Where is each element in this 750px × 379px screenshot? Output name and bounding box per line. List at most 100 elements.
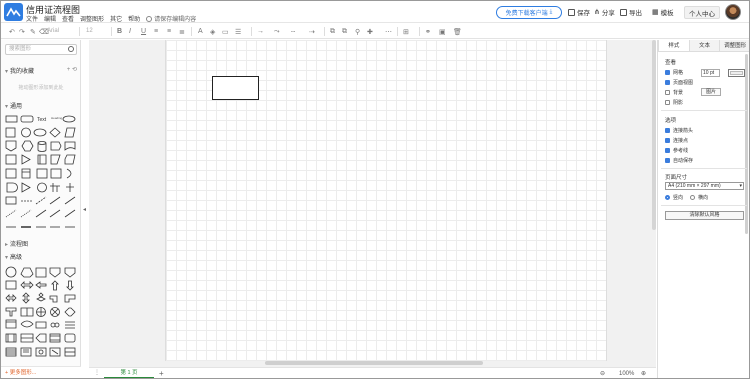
export-icon (620, 8, 627, 16)
font-family-select[interactable]: Arial (46, 27, 78, 36)
shape-library: 搜索图形 ▾ 我的收藏 + ⟲ 拖动图形添加到此处 ▾ 通用 Text Headin… (1, 40, 81, 378)
page-tab[interactable]: 第 1 页 (104, 368, 154, 378)
more-arrow-icon[interactable]: ⋯ (385, 27, 392, 36)
horizontal-scrollbar[interactable] (265, 361, 483, 365)
tab-style[interactable]: 样式 (658, 40, 689, 51)
menu-file[interactable]: 文件 (26, 14, 38, 23)
add-page-button[interactable]: + (159, 369, 164, 378)
connector-style-icon[interactable]: → (257, 27, 264, 36)
tab-text[interactable]: 文本 (688, 40, 720, 51)
italic-button[interactable]: I (129, 27, 131, 36)
vertical-scrollbar[interactable] (652, 40, 656, 230)
menu-arrange[interactable]: 调整图形 (80, 14, 104, 23)
shape-search-input[interactable]: 搜索图形 (5, 44, 77, 55)
menu-view[interactable]: 查看 (62, 14, 74, 23)
landscape-option[interactable]: 横向 (690, 194, 708, 201)
line-color-icon[interactable]: ▭ (222, 27, 229, 36)
advanced-header[interactable]: ▾ 高级 (1, 252, 81, 261)
guides-option[interactable]: 参考线 (665, 147, 688, 154)
flowchart-header[interactable]: ▸ 流程图 (1, 239, 81, 248)
align-center-icon[interactable]: ≡ (167, 27, 171, 36)
divider (661, 110, 747, 111)
font-color-icon[interactable]: A (198, 27, 203, 36)
panel-scrollbar[interactable] (745, 54, 748, 234)
portrait-radio[interactable] (665, 195, 670, 200)
menu-edit[interactable]: 编辑 (44, 14, 56, 23)
image-icon[interactable]: ▣ (439, 27, 446, 36)
grid-option[interactable]: 网格 (665, 69, 683, 76)
link-icon[interactable]: ⚭ (425, 27, 431, 36)
profile-button[interactable]: 个人中心 (684, 6, 720, 19)
background-checkbox[interactable] (665, 90, 670, 95)
share-icon: ⋔ (594, 9, 600, 16)
paper-size-select[interactable]: A4 (210 mm × 297 mm) ▾ (665, 182, 744, 190)
waypoint-icon[interactable]: ⤳ (274, 27, 280, 36)
delete-icon[interactable]: 🗑 (453, 27, 462, 36)
background-option[interactable]: 背景 (665, 89, 683, 96)
shadow-checkbox[interactable] (665, 100, 670, 105)
toolbar-separator (79, 27, 80, 36)
avatar[interactable] (725, 4, 741, 20)
reset-style-button[interactable]: 清除默认风格 (665, 211, 744, 220)
bold-button[interactable]: B (117, 27, 122, 36)
general-shapes-grid[interactable]: Text Heading (5, 113, 77, 233)
portrait-option[interactable]: 竖向 (665, 194, 683, 201)
export-button[interactable]: 导出 (620, 7, 642, 17)
favorites-header[interactable]: ▾ 我的收藏 + ⟲ (1, 66, 81, 75)
toolbar-separator (191, 27, 192, 36)
connection-points-checkbox[interactable] (665, 138, 670, 143)
zoom-level[interactable]: 100% (619, 369, 634, 378)
font-size-select[interactable]: 12 (85, 27, 107, 36)
line-pattern-icon[interactable]: ┄ (291, 27, 295, 36)
shadow-option[interactable]: 阴影 (665, 99, 683, 106)
menu-help[interactable]: 帮助 (128, 14, 140, 23)
zoom-out-icon[interactable]: ⊖ (600, 369, 605, 378)
autosave-checkbox[interactable] (665, 158, 670, 163)
autosave-option[interactable]: 自动保存 (665, 157, 693, 164)
menu-other[interactable]: 其它 (110, 14, 122, 23)
connection-arrows-checkbox[interactable] (665, 128, 670, 133)
connection-points-option[interactable]: 连接点 (665, 137, 688, 144)
grid-checkbox[interactable] (665, 70, 670, 75)
search-icon[interactable] (68, 46, 74, 52)
autosave-label: 自动保存 (673, 158, 694, 164)
page-view-option[interactable]: 页面视图 (665, 79, 693, 86)
favorites-actions[interactable]: + ⟲ (67, 66, 77, 73)
landscape-radio[interactable] (690, 195, 695, 200)
to-front-icon[interactable]: ⧉ (330, 27, 335, 36)
page-menu-icon[interactable]: ⋮ (94, 369, 100, 376)
share-button[interactable]: ⋔ 分享 (594, 7, 615, 17)
format-painter-icon[interactable]: ✎ (30, 27, 36, 36)
line-style-icon[interactable]: ☰ (235, 27, 241, 36)
to-back-icon[interactable]: ⧉ (342, 27, 347, 36)
diagram-page[interactable] (165, 40, 607, 361)
align-left-icon[interactable]: ≡ (154, 27, 158, 36)
page-view-checkbox[interactable] (665, 80, 670, 85)
connection-arrows-option[interactable]: 连接箭头 (665, 127, 693, 134)
grid-size-input[interactable]: 10 pt (701, 69, 720, 77)
guides-checkbox[interactable] (665, 148, 670, 153)
diagram-canvas[interactable] (89, 40, 656, 367)
grid-color-picker[interactable] (728, 69, 745, 77)
template-button[interactable]: ▦ 模板 (652, 7, 674, 17)
insert-icon[interactable]: ✚ (367, 27, 373, 36)
lock-icon[interactable]: ⚲ (355, 27, 360, 36)
tab-arrange[interactable]: 调整图形 (719, 40, 749, 51)
redo-icon[interactable]: ↷ (19, 27, 25, 36)
page-bar: ⋮ 第 1 页 + ⊖ 100% ⊕ (89, 367, 656, 378)
zoom-in-icon[interactable]: ⊕ (641, 369, 646, 378)
arrow-end-icon[interactable]: ⇢ (309, 27, 315, 36)
background-image-button[interactable]: 图片 (701, 88, 721, 96)
undo-icon[interactable]: ↶ (9, 27, 15, 36)
sidebar-collapse-icon[interactable]: ◂ (83, 206, 86, 213)
fill-color-icon[interactable]: ◈ (210, 27, 215, 36)
download-client-button[interactable]: 免费下载客户端 ⤓ (496, 6, 562, 19)
save-button[interactable]: 保存 (568, 7, 590, 17)
underline-button[interactable]: U (141, 27, 146, 36)
advanced-shapes-grid[interactable] (5, 264, 77, 364)
table-icon[interactable]: ⊞ (403, 27, 409, 36)
align-middle-icon[interactable]: ≣ (179, 27, 185, 36)
rectangle-shape[interactable] (212, 76, 259, 100)
general-header[interactable]: ▾ 通用 (1, 101, 81, 110)
more-shapes-button[interactable]: + 更多图形... (1, 366, 81, 378)
